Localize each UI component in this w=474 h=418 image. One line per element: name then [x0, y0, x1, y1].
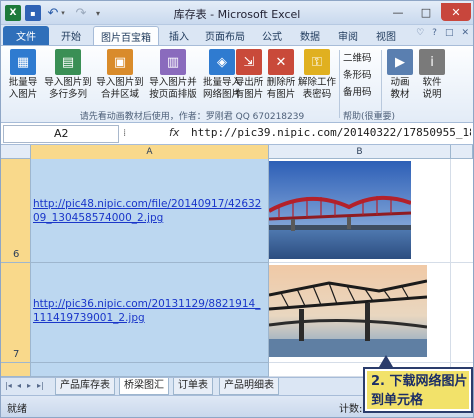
ribbon-panel: ▦ 批量导 入图片 ▤ 导入图片到 多行多列 ▣ 导入图片到 合并区域 ▥ 导入…	[1, 45, 473, 123]
button-label: 软件 说明	[422, 77, 442, 100]
grid-picture-icon: ▤	[55, 49, 81, 75]
row-header-6[interactable]: 6	[1, 159, 31, 263]
formula-input[interactable]: http://pic39.nipic.com/20140322/17850955…	[191, 126, 471, 139]
bridge-photo-2[interactable]	[269, 265, 427, 357]
info-icon: i	[419, 49, 445, 75]
row-header-7[interactable]: 7	[1, 263, 31, 363]
hyperlink[interactable]: http://pic36.nipic.com/20131129/8821914_…	[33, 297, 267, 325]
button-label: 解除工作 表密码	[297, 77, 336, 100]
annotation-callout: 2. 下载网络图片到单元格	[363, 367, 473, 413]
ribbon-group-label: 请先看动画教材后使用，作者：罗刚君 QQ 670218239	[79, 112, 305, 122]
web-picture-icon: ◈	[209, 49, 235, 75]
cell-a7[interactable]: http://pic36.nipic.com/20131129/8821914_…	[31, 263, 269, 363]
cell-a8[interactable]	[31, 363, 269, 377]
ribbon-window-controls: ♡ ? □ ✕	[416, 28, 469, 38]
button-label: 导出所 有图片	[234, 77, 264, 100]
title-bar: X ▪ ↶ ▾ ↷ ▾ 库存表 - Microsoft Excel — □ ✕	[1, 1, 473, 25]
minimize-button[interactable]: —	[385, 3, 411, 21]
key-icon: ⚿	[304, 49, 330, 75]
remove-sheet-password-button[interactable]: ⚿ 解除工作 表密码	[297, 48, 337, 108]
software-info-button[interactable]: i 软件 说明	[417, 48, 447, 108]
column-header-b[interactable]: B	[269, 145, 451, 159]
ribbon-separator	[339, 50, 340, 118]
backup-code-link[interactable]: 备用码	[343, 84, 372, 98]
delete-icon: ✕	[268, 49, 294, 75]
close-button[interactable]: ✕	[441, 3, 471, 21]
merge-picture-icon: ▣	[107, 49, 133, 75]
first-sheet-icon[interactable]: |◂	[5, 381, 12, 390]
row-number: 6	[13, 249, 20, 260]
tab-view[interactable]: 视图	[369, 26, 403, 45]
name-box[interactable]: A2	[3, 125, 119, 143]
close-workbook-icon[interactable]: ✕	[461, 28, 469, 38]
restore-icon[interactable]: □	[445, 28, 454, 38]
button-label: 导入图片并 按页面排版	[149, 77, 197, 100]
column-headers: A B	[1, 145, 473, 159]
column-header-a[interactable]: A	[31, 145, 269, 159]
tab-insert[interactable]: 插入	[163, 26, 195, 45]
qrcode-link[interactable]: 二维码	[343, 50, 372, 64]
help-icon[interactable]: ?	[432, 28, 437, 38]
status-ready: 就绪	[7, 404, 27, 415]
worksheet-grid[interactable]: A B 6 http://pic48.nipic.com/file/201409…	[1, 145, 473, 377]
favorite-icon[interactable]: ♡	[416, 28, 424, 38]
row-header-8[interactable]	[1, 363, 31, 377]
tab-page-layout[interactable]: 页面布局	[199, 26, 251, 45]
button-label: 批量导 入图片	[8, 77, 38, 100]
batch-import-pictures-button[interactable]: ▦ 批量导 入图片	[5, 48, 41, 108]
button-label: 删除所 有图片	[266, 77, 296, 100]
cell-c6[interactable]	[451, 159, 473, 263]
help-group-label: 帮助(很重要)	[343, 112, 396, 122]
code-tools: 二维码 条形码 备用码	[343, 50, 372, 98]
button-label: 动画 教材	[390, 77, 410, 100]
excel-window: X ▪ ↶ ▾ ↷ ▾ 库存表 - Microsoft Excel — □ ✕ …	[0, 0, 474, 418]
button-label: 导入图片到 多行多列	[44, 77, 92, 100]
prev-sheet-icon[interactable]: ◂	[17, 381, 21, 390]
import-page-layout-button[interactable]: ▥ 导入图片并 按页面排版	[147, 48, 199, 108]
cell-b7[interactable]	[269, 263, 451, 363]
tab-review[interactable]: 审阅	[331, 26, 365, 45]
animated-tutorial-button[interactable]: ▶ 动画 教材	[385, 48, 415, 108]
insert-function-icon[interactable]: fx	[169, 126, 179, 139]
tutorial-icon: ▶	[387, 49, 413, 75]
last-sheet-icon[interactable]: ▸|	[37, 381, 44, 390]
column-header-c[interactable]	[451, 145, 473, 159]
sheet-tab-orders[interactable]: 订单表	[173, 378, 213, 395]
formula-bar-splitter[interactable]: ⁞	[123, 128, 126, 139]
tab-file[interactable]: 文件	[3, 26, 49, 45]
next-sheet-icon[interactable]: ▸	[27, 381, 31, 390]
callout-text: 2. 下载网络图片到单元格	[371, 374, 468, 408]
callout-pointer	[379, 355, 393, 367]
sheet-tab-bridges[interactable]: 桥梁图汇	[119, 378, 169, 395]
formula-bar: A2 ⁞ fx http://pic39.nipic.com/20140322/…	[1, 123, 473, 145]
hyperlink[interactable]: http://pic48.nipic.com/file/20140917/426…	[33, 197, 267, 225]
import-merged-area-button[interactable]: ▣ 导入图片到 合并区域	[95, 48, 145, 108]
maximize-button[interactable]: □	[413, 3, 439, 21]
sheet-tab-inventory[interactable]: 产品库存表	[55, 378, 115, 395]
export-all-pictures-button[interactable]: ⇲ 导出所 有图片	[233, 48, 265, 108]
picture-stack-icon: ▦	[10, 49, 36, 75]
import-multi-row-button[interactable]: ▤ 导入图片到 多行多列	[43, 48, 93, 108]
bridge-photo-1[interactable]	[269, 161, 411, 259]
tab-home[interactable]: 开始	[53, 26, 89, 45]
button-label: 导入图片到 合并区域	[96, 77, 144, 100]
select-all-corner[interactable]	[1, 145, 31, 159]
page-picture-icon: ▥	[160, 49, 186, 75]
tab-data[interactable]: 数据	[293, 26, 327, 45]
sheet-tab-products[interactable]: 产品明细表	[219, 378, 279, 395]
cell-a6[interactable]: http://pic48.nipic.com/file/20140917/426…	[31, 159, 269, 263]
tab-formulas[interactable]: 公式	[255, 26, 289, 45]
ribbon-separator	[381, 50, 382, 118]
cell-b6[interactable]	[269, 159, 451, 263]
barcode-link[interactable]: 条形码	[343, 67, 372, 81]
cell-c7[interactable]	[451, 263, 473, 363]
ribbon-tabs: 文件 开始 图片百宝箱 插入 页面布局 公式 数据 审阅 视图 ♡ ? □ ✕	[1, 25, 473, 45]
tab-picture-toolbox[interactable]: 图片百宝箱	[93, 26, 159, 45]
delete-all-pictures-button[interactable]: ✕ 删除所 有图片	[265, 48, 297, 108]
export-icon: ⇲	[236, 49, 262, 75]
row-number: 7	[13, 349, 20, 360]
